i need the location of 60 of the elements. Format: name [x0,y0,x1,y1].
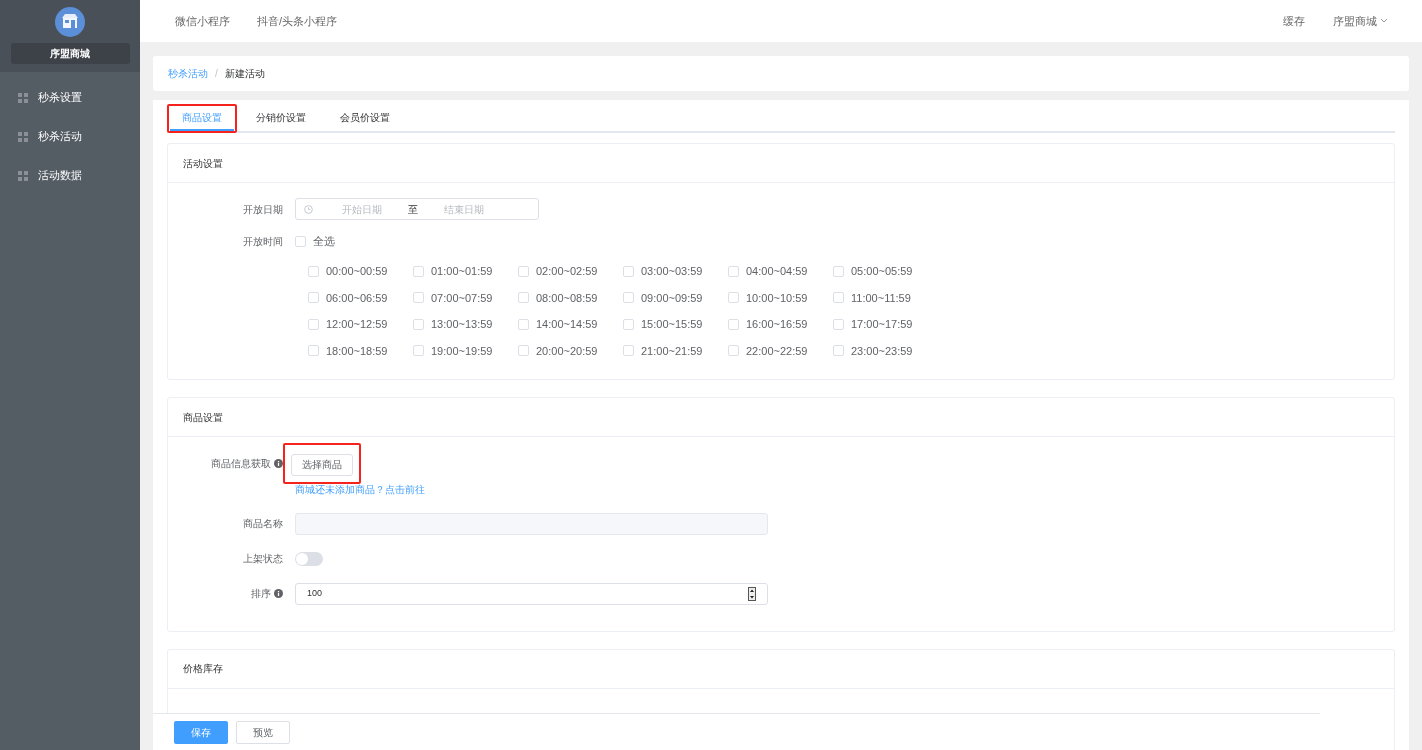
info-icon [274,589,283,598]
checkbox[interactable]: 22:00~22:59 [728,342,833,359]
checkbox[interactable]: 14:00~14:59 [518,316,623,333]
sidebar-item[interactable]: 秒杀活动 [0,117,140,156]
nav-link[interactable]: 抖音/头条小程序 [257,12,338,30]
checkbox[interactable]: 05:00~05:59 [833,263,938,280]
checkbox[interactable]: 13:00~13:59 [413,316,518,333]
clock-icon [304,204,313,214]
sidebar-item[interactable]: 活动数据 [0,156,140,195]
shop-name: 序盟商城 [50,47,90,61]
date-range-field[interactable]: 开始日期 至 结束日期 [295,198,539,220]
checkbox[interactable]: 02:00~02:59 [518,263,623,280]
checkbox[interactable]: 01:00~01:59 [413,263,518,280]
checkbox[interactable]: 09:00~09:59 [623,289,728,306]
sort-field[interactable]: 100 [295,582,768,605]
breadcrumb-separator: / [215,67,218,81]
tab[interactable]: 会员价设置 [328,106,402,131]
checkbox[interactable]: 16:00~16:59 [728,316,833,333]
spinner-icon [748,586,756,601]
checkbox[interactable]: 10:00~10:59 [728,289,833,306]
cache-link[interactable]: 缓存 [1283,12,1305,30]
select-goods-button[interactable]: 选择商品 [291,453,353,476]
listing-switch[interactable] [295,551,323,566]
grid-icon [18,170,28,181]
sidebar-item[interactable]: 秒杀设置 [0,78,140,117]
nav-link[interactable]: 微信小程序 [175,12,230,30]
checkbox[interactable]: 19:00~19:59 [413,342,518,359]
info-icon [274,458,283,468]
checkbox[interactable]: 00:00~00:59 [308,263,413,280]
account-menu[interactable]: 序盟商城 [1333,12,1387,30]
breadcrumb-current: 新建活动 [224,67,265,81]
grid-icon [18,92,28,103]
shop-logo-icon [55,7,85,37]
field-label: 上架状态 [242,552,284,566]
preview-button[interactable]: 预览 [236,720,290,744]
caret-icon [1381,19,1387,23]
checkbox[interactable]: 全选 [295,232,335,250]
field-label: 商品信息获取 [211,456,271,471]
card-title: 价格库存 [183,662,223,676]
checkbox[interactable]: 17:00~17:59 [833,316,938,333]
checkbox[interactable]: 04:00~04:59 [728,263,833,280]
card-title: 商品设置 [183,410,223,425]
checkbox[interactable]: 20:00~20:59 [518,342,623,359]
field-label: 排序 [251,587,271,601]
checkbox[interactable]: 11:00~11:59 [833,289,938,306]
field-label: 开放日期 [242,202,284,217]
field-label: 开放时间 [242,234,284,249]
checkbox[interactable]: 21:00~21:59 [623,342,728,359]
checkbox[interactable]: 18:00~18:59 [308,342,413,359]
grid-icon [18,131,28,142]
tab[interactable]: 分销价设置 [244,106,318,131]
card-title: 活动设置 [183,156,223,171]
checkbox[interactable]: 23:00~23:59 [833,342,938,359]
checkbox[interactable]: 07:00~07:59 [413,289,518,306]
checkbox[interactable]: 06:00~06:59 [308,289,413,306]
checkbox[interactable]: 12:00~12:59 [308,316,413,333]
checkbox[interactable]: 03:00~03:59 [623,263,728,280]
checkbox[interactable]: 15:00~15:59 [623,316,728,333]
checkbox[interactable]: 08:00~08:59 [518,289,623,306]
field-label: 商品名称 [242,517,284,531]
